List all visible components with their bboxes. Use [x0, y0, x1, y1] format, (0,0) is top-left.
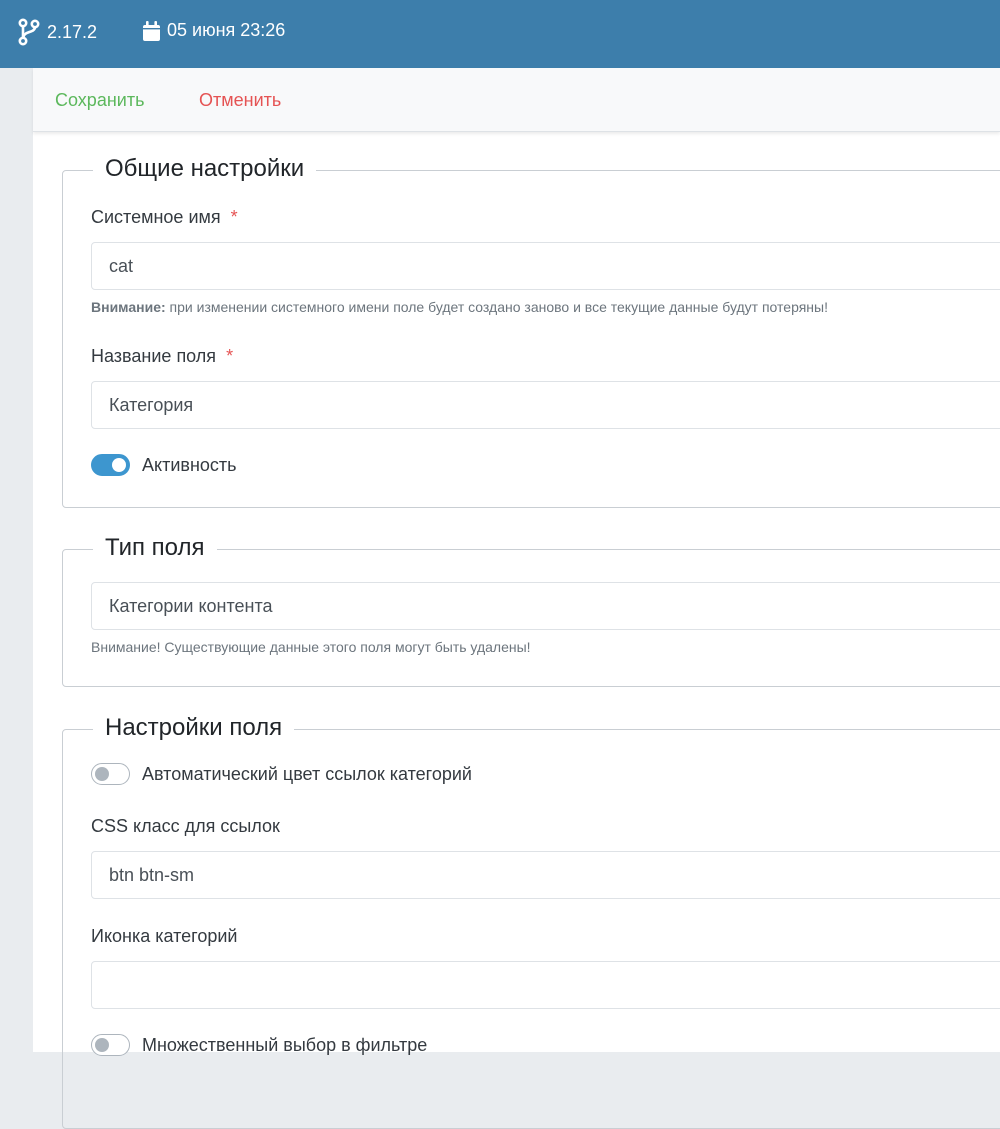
- action-toolbar: Сохранить Отменить: [33, 68, 1000, 132]
- datetime-text: 05 июня 23:26: [167, 20, 286, 40]
- field-type-section: Тип поля Внимание! Существующие данные э…: [62, 532, 1000, 687]
- general-settings-section: Общие настройки Системное имя * Внимание:…: [62, 153, 1000, 508]
- multi-select-toggle-label: Множественный выбор в фильтре: [142, 1034, 428, 1055]
- version-info: 2.17.2: [18, 18, 97, 46]
- field-type-legend: Тип поля: [93, 532, 217, 564]
- system-name-input[interactable]: [91, 242, 1000, 290]
- calendar-icon: [143, 20, 160, 41]
- toggle-knob: [95, 1038, 109, 1052]
- field-title-label-text: Название поля: [91, 346, 217, 366]
- code-branch-icon: [18, 18, 40, 46]
- active-toggle-label: Активность: [142, 454, 237, 475]
- system-name-warning: Внимание: при изменении системного имени…: [91, 299, 828, 315]
- toggle-knob: [112, 458, 126, 472]
- auto-color-toggle-label: Автоматический цвет ссылок категорий: [142, 763, 472, 784]
- top-bar: 2.17.2 05 июня 23:26: [0, 0, 1000, 68]
- css-class-label: CSS класс для ссылок: [91, 816, 280, 836]
- warning-text: при изменении системного имени поле буде…: [165, 299, 828, 315]
- toggle-knob: [95, 767, 109, 781]
- multi-select-toggle[interactable]: [91, 1034, 130, 1056]
- datetime-info: 05 июня 23:26: [143, 20, 285, 41]
- field-type-warning: Внимание! Существующие данные этого поля…: [91, 639, 531, 655]
- version-text: 2.17.2: [47, 21, 98, 42]
- field-title-input[interactable]: [91, 381, 1000, 429]
- field-title-label: Название поля *: [91, 346, 233, 367]
- css-class-input[interactable]: [91, 851, 1000, 899]
- active-toggle[interactable]: [91, 454, 130, 476]
- warning-bold: Внимание:: [91, 299, 166, 315]
- field-settings-section: Настройки поля Автоматический цвет ссыло…: [62, 712, 1000, 1129]
- auto-color-toggle-row: Автоматический цвет ссылок категорий: [91, 763, 472, 785]
- active-toggle-row: Активность: [91, 454, 237, 476]
- field-settings-legend: Настройки поля: [93, 712, 295, 744]
- sidebar-strip: [0, 68, 33, 1052]
- general-settings-legend: Общие настройки: [93, 153, 317, 185]
- required-mark: *: [226, 346, 234, 366]
- system-name-label: Системное имя *: [91, 207, 238, 228]
- category-icon-label: Иконка категорий: [91, 926, 238, 946]
- field-type-select[interactable]: [91, 582, 1000, 630]
- cancel-button[interactable]: Отменить: [199, 90, 281, 111]
- category-icon-input[interactable]: [91, 961, 1000, 1009]
- save-button[interactable]: Сохранить: [55, 90, 144, 111]
- multi-select-toggle-row: Множественный выбор в фильтре: [91, 1034, 427, 1056]
- required-mark: *: [230, 207, 238, 227]
- system-name-label-text: Системное имя: [91, 207, 221, 227]
- auto-color-toggle[interactable]: [91, 763, 130, 785]
